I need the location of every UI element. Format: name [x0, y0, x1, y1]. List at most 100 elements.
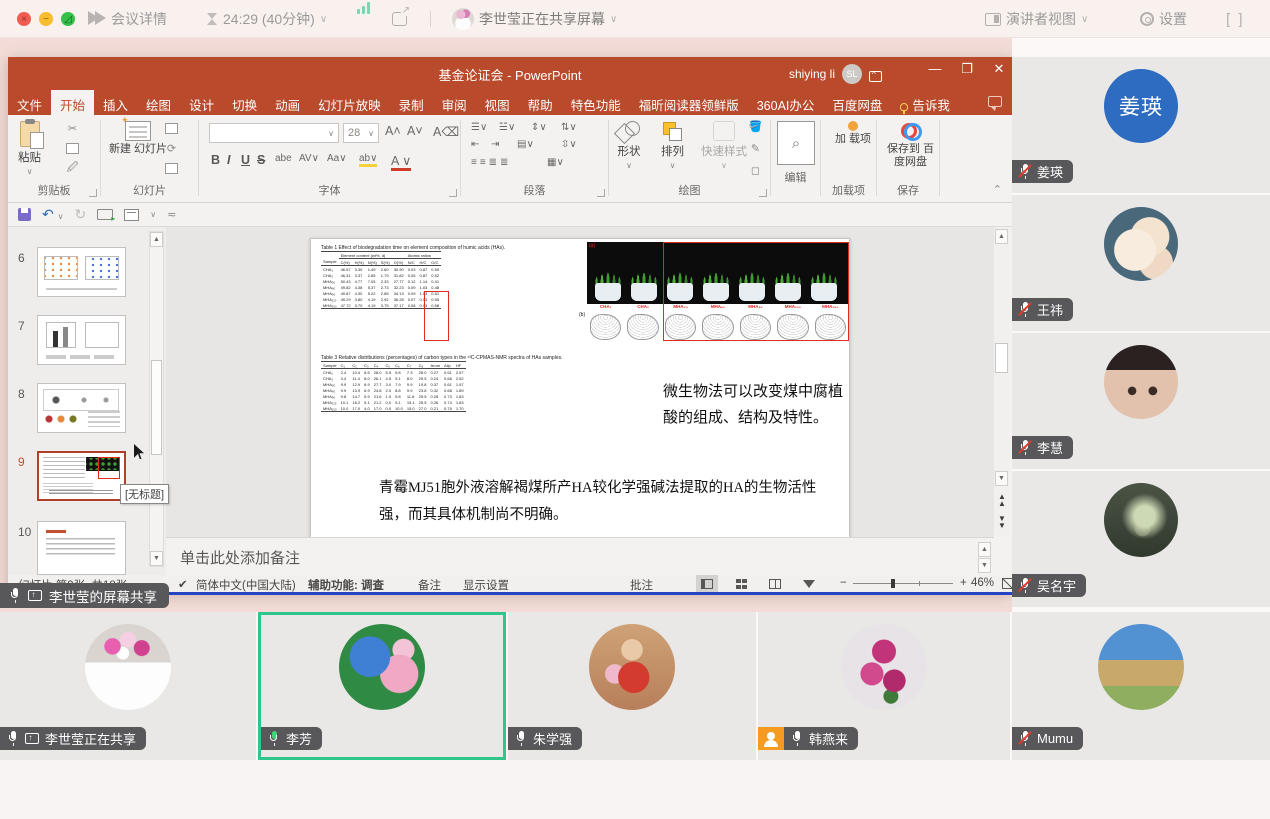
notes-scroll-up[interactable]: ▲ — [978, 542, 991, 557]
paragraph-dialog-launcher[interactable] — [597, 189, 605, 197]
increase-indent-button[interactable]: ⇥ — [491, 139, 499, 150]
bullets-button[interactable]: ☰∨ — [471, 122, 487, 133]
comments-button[interactable]: 批注 — [630, 577, 653, 593]
undo-button[interactable]: ↶ ∨ — [42, 206, 63, 223]
edit-button[interactable]: ⌕ — [777, 121, 815, 165]
underline-button[interactable]: U — [241, 153, 250, 167]
copy-button[interactable] — [64, 141, 81, 156]
participant-tile-bottom-3[interactable]: 朱学强 — [508, 612, 756, 760]
change-case-button[interactable]: Aa∨ — [327, 153, 347, 164]
accessibility-status[interactable]: 辅助功能: 调查 — [308, 577, 384, 593]
editor-scroll-down[interactable]: ▼ — [995, 471, 1008, 486]
maximize-window-button[interactable]: ◿ — [61, 12, 75, 26]
slide-thumbnail-9[interactable] — [37, 451, 126, 501]
cut-button[interactable]: ✂ — [64, 121, 81, 136]
slide-thumbnail-8[interactable] — [37, 383, 126, 433]
ppt-restore-button[interactable]: ❐ — [960, 61, 974, 77]
display-settings-button[interactable]: 显示设置 — [463, 577, 509, 593]
spellcheck-icon[interactable]: ✔ — [178, 577, 188, 591]
participant-tile-right-4[interactable]: 吴名宇 — [1012, 471, 1270, 607]
minimize-window-button[interactable]: − — [39, 12, 53, 26]
ribbon-display-options-icon[interactable] — [869, 71, 882, 82]
line-spacing-button[interactable]: ⇕∨ — [531, 122, 547, 133]
close-window-button[interactable]: × — [17, 12, 31, 26]
panel-scroll-down[interactable]: ▼ — [150, 551, 163, 566]
editor-scroll-thumb[interactable] — [995, 343, 1008, 373]
save-to-baidu-button[interactable]: 保存到 百度网盘 — [882, 121, 939, 169]
text-direction-button[interactable]: ⇅∨ — [561, 122, 577, 133]
shape-fill-button[interactable]: 🪣 — [747, 119, 764, 134]
clipboard-dialog-launcher[interactable] — [89, 189, 97, 197]
reading-view-button[interactable] — [764, 575, 786, 592]
participant-tile-right-3[interactable]: 李慧 — [1012, 333, 1270, 469]
shrink-font-button[interactable]: A˅ — [407, 124, 423, 138]
decrease-indent-button[interactable]: ⇤ — [471, 139, 479, 150]
fullscreen-button[interactable]: [ ] — [1226, 0, 1245, 38]
grow-font-button[interactable]: A˄ — [385, 124, 401, 138]
tell-me-button[interactable]: 告诉我 — [891, 90, 959, 115]
ppt-tab-1[interactable]: 文件 — [8, 90, 51, 115]
columns-button[interactable]: ▤∨ — [517, 139, 534, 150]
slide-thumbnail-6[interactable] — [37, 247, 126, 297]
shapes-button[interactable]: 形状∨ — [617, 121, 641, 170]
touch-mode-icon[interactable] — [124, 209, 139, 221]
ppt-minimize-button[interactable]: — — [928, 61, 942, 77]
ppt-tab-10[interactable]: 审阅 — [433, 90, 476, 115]
ppt-tab-13[interactable]: 特色功能 — [562, 90, 630, 115]
zoom-percent[interactable]: 46% — [971, 577, 994, 589]
language-status[interactable]: 简体中文(中国大陆) — [196, 577, 296, 593]
comments-bubble-icon[interactable] — [988, 96, 1002, 107]
shape-outline-button[interactable]: ✎ — [747, 141, 764, 156]
shape-effects-button[interactable]: ◻ — [747, 163, 764, 178]
zoom-out-button[interactable]: − — [840, 577, 847, 589]
clear-format-button[interactable]: A⌫ — [433, 124, 459, 139]
format-painter-button[interactable]: 🖉 — [64, 161, 81, 176]
layout-button[interactable] — [163, 121, 180, 136]
sharing-status-dropdown[interactable]: 李世莹正在共享屏幕 ∨ — [452, 0, 617, 38]
reset-button[interactable]: ⟳ — [163, 141, 180, 156]
ppt-tab-2[interactable]: 开始 — [51, 90, 94, 115]
open-share-window-button[interactable] — [392, 0, 407, 38]
align-buttons[interactable]: ≡≡≣≣ — [471, 157, 511, 168]
ppt-tab-4[interactable]: 绘图 — [137, 90, 180, 115]
participant-tile-right-1[interactable]: 姜瑛姜瑛 — [1012, 57, 1270, 193]
start-slideshow-icon[interactable] — [97, 209, 113, 220]
normal-view-button[interactable] — [696, 575, 718, 592]
section-button[interactable] — [163, 161, 180, 176]
paste-button[interactable]: 粘贴∨ — [18, 121, 41, 176]
numbering-button[interactable]: ☱∨ — [499, 122, 515, 133]
previous-slide-button[interactable]: ▲▲ — [996, 493, 1008, 507]
panel-scrollbar[interactable]: ▲ ▼ — [149, 231, 164, 567]
notes-toggle[interactable]: 备注 — [418, 577, 441, 593]
highlight-button[interactable]: ab∨ — [359, 153, 377, 167]
slide-thumbnail-7[interactable] — [37, 315, 126, 365]
ppt-tab-7[interactable]: 动画 — [266, 90, 309, 115]
ppt-tab-8[interactable]: 幻灯片放映 — [309, 90, 390, 115]
addins-button[interactable]: 加 载项 — [835, 121, 871, 146]
panel-scroll-thumb[interactable] — [151, 360, 162, 455]
notes-pane[interactable]: 单击此处添加备注 ▲ ▼ — [166, 537, 994, 575]
quick-styles-button[interactable]: 快速样式∨ — [701, 121, 747, 170]
font-name-combo[interactable]: ∨ — [209, 123, 339, 143]
ppt-tab-14[interactable]: 福昕阅读器领鲜版 — [630, 90, 748, 115]
view-mode-dropdown[interactable]: 演讲者视图 ∨ — [985, 0, 1088, 38]
next-slide-button[interactable]: ▼▼ — [996, 515, 1008, 529]
redo-button[interactable]: ↻ — [74, 206, 86, 223]
save-icon[interactable] — [18, 208, 31, 221]
slideshow-view-button[interactable] — [798, 575, 820, 592]
participant-tile-right-2[interactable]: 王祎 — [1012, 195, 1270, 331]
arrange-button[interactable]: 排列∨ — [661, 121, 684, 170]
notes-scroll-down[interactable]: ▼ — [978, 558, 991, 573]
bold-button[interactable]: B — [211, 153, 220, 167]
shadow-button[interactable]: abe — [275, 153, 292, 164]
customize-qat-icon[interactable]: ≂ — [167, 208, 176, 221]
collapse-ribbon-button[interactable]: ⌃ — [993, 183, 1002, 196]
ppt-tab-16[interactable]: 百度网盘 — [823, 90, 891, 115]
participant-tile-bottom-1[interactable]: 李世莹正在共享 — [0, 612, 256, 760]
settings-button[interactable]: 设置 — [1140, 0, 1187, 38]
ppt-tab-12[interactable]: 帮助 — [519, 90, 562, 115]
char-spacing-button[interactable]: AV∨ — [299, 153, 319, 164]
zoom-in-button[interactable]: + — [960, 577, 967, 589]
ppt-tab-3[interactable]: 插入 — [94, 90, 137, 115]
align-text-button[interactable]: ⇳∨ — [561, 139, 577, 150]
